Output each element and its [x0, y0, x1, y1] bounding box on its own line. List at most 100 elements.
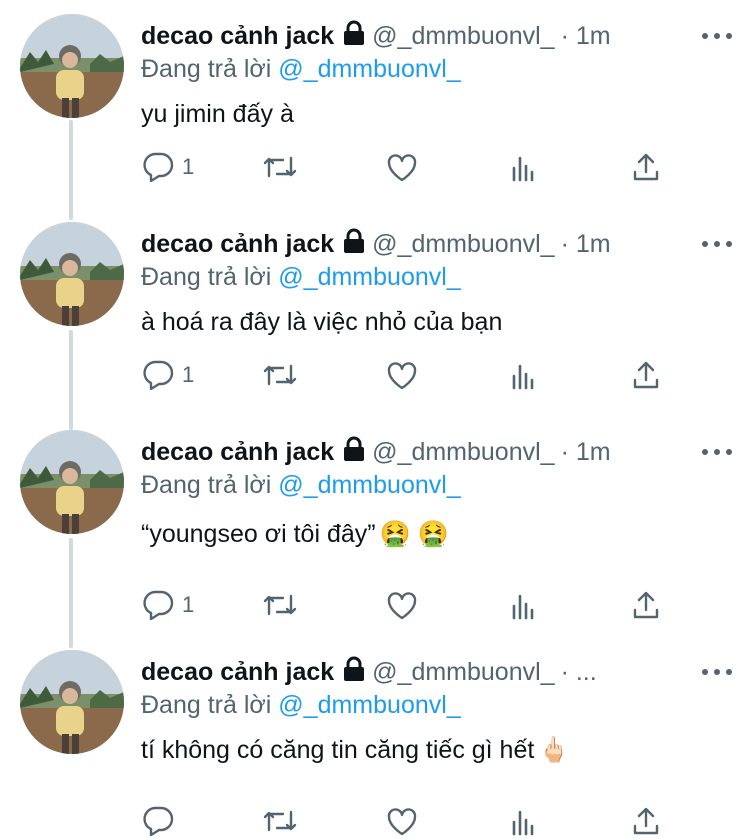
reply-button[interactable]	[142, 806, 182, 836]
reply-mention[interactable]: @_dmmbuonvl_	[278, 471, 460, 499]
reply-count: 1	[182, 592, 195, 617]
tweet-header: decao cảnh jack @_dmmbuonvl_ · 1m	[141, 226, 730, 262]
share-icon	[633, 153, 659, 181]
timestamp[interactable]: · 1m	[561, 438, 611, 467]
avatar[interactable]	[20, 430, 124, 534]
tweet-text-body: à hoá ra đây là việc nhỏ của bạn	[141, 308, 503, 336]
handle[interactable]: @_dmmbuonvl_	[372, 230, 554, 259]
like-button[interactable]	[386, 807, 418, 837]
timestamp[interactable]: · 1m	[561, 230, 611, 259]
more-icon[interactable]	[702, 662, 732, 682]
views-button[interactable]	[510, 362, 538, 390]
share-icon	[633, 807, 659, 835]
more-icon[interactable]	[702, 234, 732, 254]
handle[interactable]: @_dmmbuonvl_	[372, 22, 554, 51]
views-icon	[512, 156, 534, 182]
retweet-icon	[263, 594, 297, 616]
tweet-header: decao cảnh jack @_dmmbuonvl_ · 1m	[141, 18, 730, 54]
reply-icon	[143, 152, 174, 182]
views-button[interactable]	[510, 808, 538, 836]
display-name[interactable]: decao cảnh jack	[141, 658, 334, 687]
reply-icon	[143, 806, 174, 836]
hand-emoji: 🖕🏻	[538, 736, 570, 764]
share-button[interactable]	[632, 360, 660, 390]
display-name[interactable]: decao cảnh jack	[141, 230, 334, 259]
views-icon	[512, 364, 534, 390]
share-button[interactable]	[632, 590, 660, 620]
reply-button[interactable]: 1	[142, 152, 194, 182]
tweet[interactable]: decao cảnh jack @_dmmbuonvl_ · ... Đang …	[0, 636, 750, 839]
tweet-text-body: yu jimin đấy à	[141, 100, 294, 128]
tweet[interactable]: decao cảnh jack @_dmmbuonvl_ · 1m Đang t…	[0, 0, 750, 210]
timestamp[interactable]: · ...	[561, 658, 597, 687]
retweet-icon	[263, 156, 297, 178]
more-icon[interactable]	[702, 26, 732, 46]
tweet-text: “youngseo ơi tôi đây” 🤮 🤮	[141, 520, 449, 549]
tweet[interactable]: decao cảnh jack @_dmmbuonvl_ · 1m Đang t…	[0, 208, 750, 418]
tweet-text-body: tí không có căng tin căng tiếc gì hết	[141, 736, 535, 764]
reply-icon	[143, 590, 174, 620]
retweet-icon	[263, 364, 297, 386]
action-bar	[0, 796, 750, 836]
share-button[interactable]	[632, 152, 660, 182]
action-bar: 1	[0, 350, 750, 390]
handle[interactable]: @_dmmbuonvl_	[372, 658, 554, 687]
vomit-emoji: 🤮 🤮	[379, 520, 449, 548]
reply-context: Đang trả lời @_dmmbuonvl_	[141, 471, 461, 500]
like-icon	[387, 154, 417, 182]
tweet[interactable]: decao cảnh jack @_dmmbuonvl_ · 1m Đang t…	[0, 416, 750, 642]
like-button[interactable]	[386, 153, 418, 183]
reply-mention[interactable]: @_dmmbuonvl_	[278, 691, 460, 719]
like-icon	[387, 808, 417, 836]
reply-prefix: Đang trả lời	[141, 55, 272, 83]
display-name[interactable]: decao cảnh jack	[141, 22, 334, 51]
lock-icon	[342, 20, 366, 53]
avatar[interactable]	[20, 222, 124, 326]
reply-button[interactable]: 1	[142, 590, 194, 620]
like-icon	[387, 362, 417, 390]
tweet-text: yu jimin đấy à	[141, 100, 294, 129]
reply-prefix: Đang trả lời	[141, 263, 272, 291]
reply-mention[interactable]: @_dmmbuonvl_	[278, 263, 460, 291]
like-button[interactable]	[386, 361, 418, 391]
tweet-header: decao cảnh jack @_dmmbuonvl_ · ...	[141, 654, 730, 690]
share-icon	[633, 591, 659, 619]
avatar-photo	[20, 14, 124, 118]
like-icon	[387, 592, 417, 620]
retweet-button[interactable]	[262, 592, 298, 618]
tweet-text: tí không có căng tin căng tiếc gì hết 🖕🏻	[141, 736, 569, 765]
display-name[interactable]: decao cảnh jack	[141, 438, 334, 467]
avatar[interactable]	[20, 650, 124, 754]
action-bar: 1	[0, 580, 750, 620]
avatar-photo	[20, 222, 124, 326]
reply-mention[interactable]: @_dmmbuonvl_	[278, 55, 460, 83]
avatar-photo	[20, 650, 124, 754]
views-button[interactable]	[510, 592, 538, 620]
reply-context: Đang trả lời @_dmmbuonvl_	[141, 55, 461, 84]
retweet-button[interactable]	[262, 154, 298, 180]
reply-count: 1	[182, 362, 195, 387]
reply-button[interactable]: 1	[142, 360, 194, 390]
retweet-button[interactable]	[262, 808, 298, 834]
avatar[interactable]	[20, 14, 124, 118]
lock-icon	[342, 228, 366, 261]
reply-prefix: Đang trả lời	[141, 691, 272, 719]
share-icon	[633, 361, 659, 389]
views-icon	[512, 810, 534, 836]
retweet-icon	[263, 810, 297, 832]
lock-icon	[342, 436, 366, 469]
reply-count: 1	[182, 154, 195, 179]
avatar-photo	[20, 430, 124, 534]
like-button[interactable]	[386, 591, 418, 621]
tweet-text: à hoá ra đây là việc nhỏ của bạn	[141, 308, 502, 337]
more-icon[interactable]	[702, 442, 732, 462]
lock-icon	[342, 656, 366, 689]
share-button[interactable]	[632, 806, 660, 836]
tweet-text-body: “youngseo ơi tôi đây”	[141, 520, 376, 548]
reply-context: Đang trả lời @_dmmbuonvl_	[141, 691, 461, 720]
views-button[interactable]	[510, 154, 538, 182]
tweet-header: decao cảnh jack @_dmmbuonvl_ · 1m	[141, 434, 730, 470]
retweet-button[interactable]	[262, 362, 298, 388]
timestamp[interactable]: · 1m	[561, 22, 611, 51]
handle[interactable]: @_dmmbuonvl_	[372, 438, 554, 467]
